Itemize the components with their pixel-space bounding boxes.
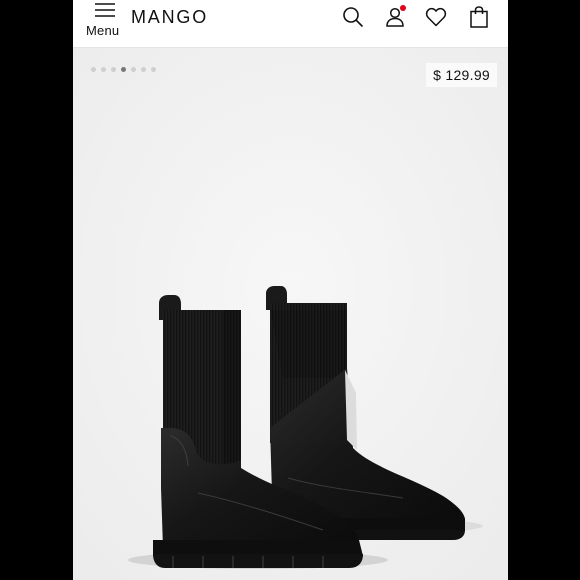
- shopping-bag-icon: [470, 6, 488, 28]
- gallery-pagination: [91, 67, 156, 72]
- search-button[interactable]: [341, 5, 365, 29]
- notification-dot: [400, 5, 406, 11]
- menu-button[interactable]: Menu: [83, 0, 127, 44]
- brand-logo[interactable]: MANGO: [131, 7, 208, 28]
- gallery-dot[interactable]: [151, 67, 156, 72]
- hamburger-menu-icon: [95, 3, 115, 17]
- gallery-dot[interactable]: [111, 67, 116, 72]
- gallery-dot[interactable]: [131, 67, 136, 72]
- product-price: $ 129.99: [426, 63, 497, 87]
- account-button[interactable]: [383, 5, 407, 29]
- product-gallery[interactable]: $ 129.99: [73, 48, 508, 580]
- app-screen: Menu MANGO $ 129.99: [73, 0, 508, 580]
- menu-label: Menu: [86, 23, 120, 38]
- top-navigation-bar: Menu MANGO: [73, 0, 508, 48]
- cart-button[interactable]: [467, 5, 491, 29]
- gallery-dot[interactable]: [141, 67, 146, 72]
- heart-icon: [425, 7, 447, 27]
- gallery-dot[interactable]: [101, 67, 106, 72]
- gallery-dot[interactable]: [91, 67, 96, 72]
- wishlist-button[interactable]: [424, 5, 448, 29]
- search-icon: [343, 7, 363, 27]
- product-image: [73, 48, 508, 580]
- gallery-dot-active[interactable]: [121, 67, 126, 72]
